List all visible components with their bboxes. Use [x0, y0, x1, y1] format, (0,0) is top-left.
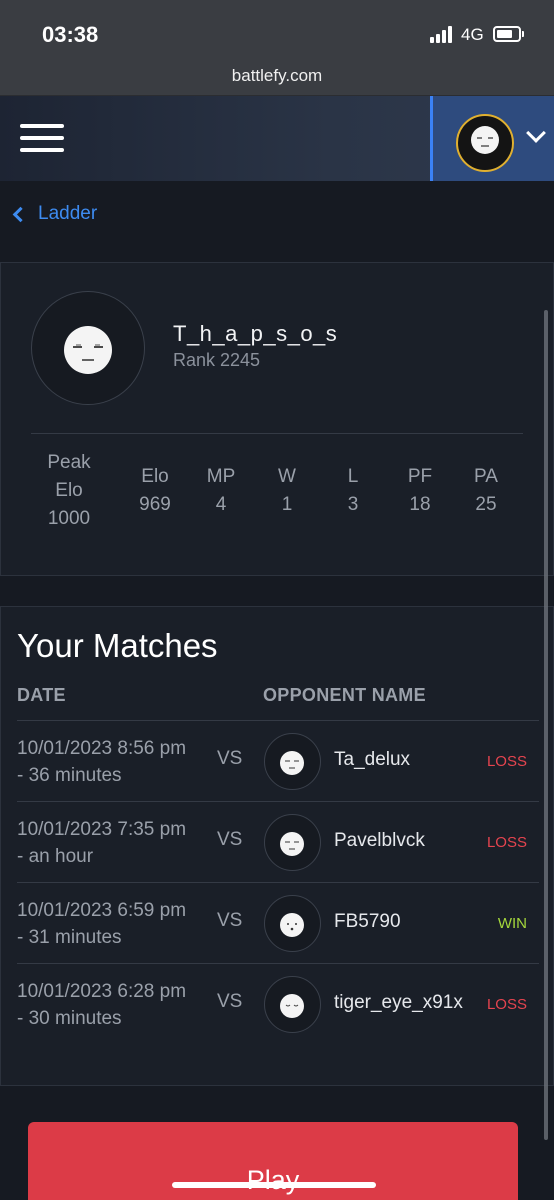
user-menu-button[interactable]	[430, 96, 554, 181]
back-link-label: Ladder	[38, 203, 98, 224]
match-vs: VS	[217, 910, 243, 931]
stat-value: 25	[475, 494, 497, 515]
column-header-opponent: OPPONENT NAME	[263, 685, 426, 705]
user-avatar	[456, 114, 514, 172]
match-row[interactable]: 10/01/2023 8:56 pm - 36 minutes VS Ta_de…	[17, 720, 539, 801]
home-indicator	[172, 1182, 376, 1188]
opponent-avatar[interactable]	[264, 733, 321, 790]
play-button[interactable]: Play	[28, 1122, 518, 1200]
top-navbar	[0, 96, 554, 181]
browser-url-bar[interactable]: battlefy.com	[0, 58, 554, 96]
opponent-name[interactable]: FB5790	[334, 911, 401, 933]
match-date: 10/01/2023 8:56 pm - 36 minutes	[17, 738, 187, 786]
match-result-badge: LOSS	[486, 834, 527, 851]
stat-label: Peak Elo	[47, 452, 91, 501]
battery-icon	[493, 26, 524, 42]
match-result-badge: WIN	[497, 915, 527, 932]
back-to-ladder-link[interactable]: Ladder	[12, 201, 97, 227]
opponent-name[interactable]: Ta_delux	[334, 749, 410, 771]
column-header-date: DATE	[17, 685, 66, 705]
profile-card: T_h_a_p_s_o_s Rank 2245 Peak Elo 1000 El…	[0, 262, 554, 576]
match-row[interactable]: 10/01/2023 6:28 pm - 30 minutes VS tiger…	[17, 963, 539, 1044]
matches-title: Your Matches	[17, 627, 218, 664]
stat-peak-elo: Peak Elo 1000	[29, 449, 109, 533]
network-label: 4G	[461, 25, 484, 44]
page-scrollbar[interactable]	[544, 310, 548, 1140]
match-row[interactable]: 10/01/2023 6:59 pm - 31 minutes VS FB579…	[17, 882, 539, 963]
status-time: 03:38	[42, 22, 99, 47]
match-result-badge: LOSS	[486, 753, 527, 770]
match-date: 10/01/2023 6:28 pm - 30 minutes	[17, 981, 187, 1029]
opponent-name[interactable]: Pavelblvck	[334, 830, 425, 852]
match-vs: VS	[217, 829, 243, 850]
match-vs: VS	[217, 991, 243, 1012]
url-text: battlefy.com	[231, 66, 323, 85]
stats-row: Peak Elo 1000 Elo 969 MP 4 W 1 L 3 PF 18…	[31, 449, 531, 539]
chevron-left-icon	[12, 206, 29, 222]
stat-points-against: PA 25	[446, 463, 526, 519]
profile-divider	[31, 433, 523, 434]
opponent-avatar[interactable]	[264, 895, 321, 952]
match-date: 10/01/2023 6:59 pm - 31 minutes	[17, 900, 187, 948]
signal-icon	[430, 26, 454, 43]
chevron-down-icon	[526, 123, 546, 143]
opponent-name[interactable]: tiger_eye_x91x	[334, 992, 463, 1014]
stat-value: 1000	[47, 508, 91, 529]
player-name: T_h_a_p_s_o_s	[173, 321, 338, 346]
match-row[interactable]: 10/01/2023 7:35 pm - an hour VS Pavelblv…	[17, 801, 539, 882]
player-rank: Rank 2245	[173, 350, 261, 370]
hamburger-menu-icon[interactable]	[20, 122, 66, 154]
match-date: 10/01/2023 7:35 pm - an hour	[17, 819, 187, 867]
opponent-avatar[interactable]	[264, 814, 321, 871]
matches-card: Your Matches DATE OPPONENT NAME 10/01/20…	[0, 606, 554, 1086]
player-avatar	[31, 291, 145, 405]
stat-label: PA	[474, 466, 498, 487]
match-vs: VS	[217, 748, 243, 769]
opponent-avatar[interactable]	[264, 976, 321, 1033]
status-bar: 03:38 4G	[0, 0, 554, 58]
match-result-badge: LOSS	[486, 996, 527, 1013]
